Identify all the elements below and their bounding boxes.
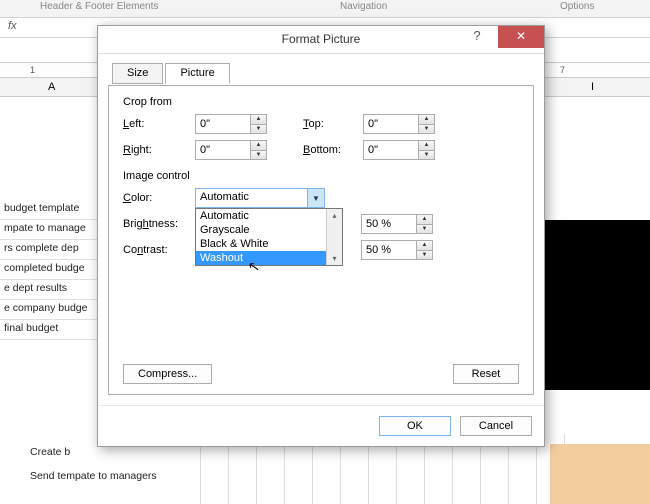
contrast-label: Contrast: — [123, 244, 195, 256]
background-bottom-rows: Create b Send tempate to managers — [30, 446, 157, 494]
right-label: Right: — [123, 144, 195, 156]
gantt-tan-block — [550, 444, 650, 504]
reset-button[interactable]: Reset — [453, 364, 519, 384]
dialog-titlebar[interactable]: Format Picture ? ✕ — [98, 26, 544, 54]
picture-panel: Crop from Left: ▲▼ Top: ▲▼ Right: ▲▼ — [108, 85, 534, 395]
crop-from-label: Crop from — [123, 96, 519, 108]
crop-right-input[interactable]: ▲▼ — [195, 140, 267, 160]
color-label: Color: — [123, 192, 195, 204]
image-control-label: Image control — [123, 170, 519, 182]
spinner-buttons[interactable]: ▲▼ — [419, 140, 435, 160]
ok-button[interactable]: OK — [379, 416, 451, 436]
bottom-label: Bottom: — [303, 144, 363, 156]
color-option-grayscale[interactable]: Grayscale — [196, 223, 342, 237]
close-button[interactable]: ✕ — [498, 26, 544, 48]
help-button[interactable]: ? — [462, 26, 492, 48]
gantt-dark-block — [535, 220, 650, 390]
left-label: Left: — [123, 118, 195, 130]
color-option-blackwhite[interactable]: Black & White — [196, 237, 342, 251]
contrast-input[interactable]: ▲▼ — [361, 240, 433, 260]
tab-size[interactable]: Size — [112, 63, 163, 84]
color-option-washout[interactable]: Washout — [196, 251, 342, 265]
dropdown-scrollbar[interactable]: ▴▾ — [326, 209, 342, 265]
spinner-buttons[interactable]: ▲▼ — [419, 114, 435, 134]
brightness-input[interactable]: ▲▼ — [361, 214, 433, 234]
color-option-automatic[interactable]: Automatic — [196, 209, 342, 223]
fx-label: fx — [8, 20, 17, 32]
color-combobox[interactable]: Automatic ▼ Automatic Grayscale Black & … — [195, 188, 325, 208]
color-dropdown[interactable]: Automatic Grayscale Black & White Washou… — [195, 208, 343, 266]
compress-button[interactable]: Compress... — [123, 364, 212, 384]
brightness-label: Brightness: — [123, 218, 195, 230]
cancel-button[interactable]: Cancel — [460, 416, 532, 436]
spinner-buttons[interactable]: ▲▼ — [417, 214, 433, 234]
spinner-buttons[interactable]: ▲▼ — [251, 140, 267, 160]
top-label: Top: — [303, 118, 363, 130]
crop-left-input[interactable]: ▲▼ — [195, 114, 267, 134]
ribbon-group-labels: Header & Footer Elements Navigation Opti… — [0, 0, 650, 18]
format-picture-dialog: Format Picture ? ✕ Size Picture Crop fro… — [97, 25, 545, 447]
chevron-down-icon[interactable]: ▼ — [307, 189, 324, 207]
spinner-buttons[interactable]: ▲▼ — [251, 114, 267, 134]
crop-bottom-input[interactable]: ▲▼ — [363, 140, 435, 160]
tab-picture[interactable]: Picture — [165, 63, 229, 84]
crop-top-input[interactable]: ▲▼ — [363, 114, 435, 134]
spinner-buttons[interactable]: ▲▼ — [417, 240, 433, 260]
